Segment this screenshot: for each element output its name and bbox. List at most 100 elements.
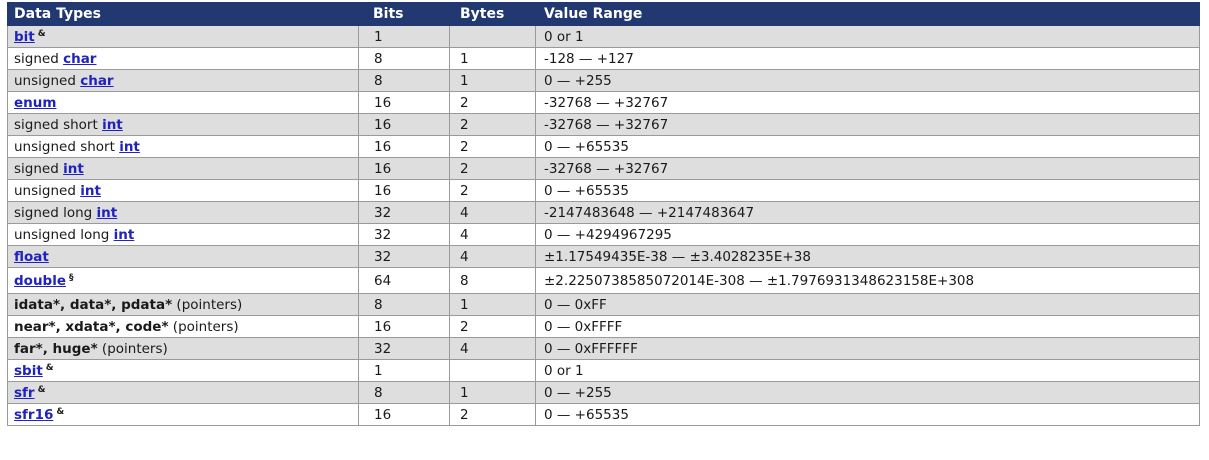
cell-value-range: 0 — +65535 <box>535 403 1200 426</box>
cell-value-range: ±1.17549435E-38 — ±3.4028235E+38 <box>535 245 1200 268</box>
cell-bits: 32 <box>358 201 450 224</box>
cell-bits: 1 <box>358 25 450 48</box>
cell-data-type: sbit & <box>7 359 359 382</box>
cell-value-range: 0 — +255 <box>535 381 1200 404</box>
table-header: Data Types Bits Bytes Value Range <box>7 2 1200 26</box>
cell-data-type: sfr & <box>7 381 359 404</box>
type-prefix: signed short <box>14 116 103 133</box>
cell-data-type: signed char <box>7 47 359 70</box>
type-prefix: unsigned short <box>14 138 120 155</box>
cell-value-range: 0 or 1 <box>535 359 1200 382</box>
cell-bits: 8 <box>358 47 450 70</box>
cell-bits: 16 <box>358 113 450 136</box>
type-keyword-link[interactable]: int <box>80 183 101 199</box>
type-keyword-link[interactable]: int <box>97 205 118 221</box>
type-suffix: (pointers) <box>172 296 243 313</box>
type-keyword-link[interactable]: char <box>63 51 96 67</box>
cell-data-type: unsigned char <box>7 69 359 92</box>
table-row: double § 64 8 ±2.2250738585072014E-308 — ±1.… <box>7 267 1200 294</box>
cell-data-type: sfr16 & <box>7 403 359 426</box>
pointer-types: idata*, data*, pdata* <box>14 296 173 313</box>
cell-bits: 8 <box>358 293 450 316</box>
cell-value-range: -32768 — +32767 <box>535 157 1200 180</box>
cell-bits: 32 <box>358 223 450 246</box>
cell-value-range: 0 or 1 <box>535 25 1200 48</box>
table-row: sfr16 & 16 2 0 — +65535 <box>7 403 1200 426</box>
cell-data-type: float <box>7 245 359 268</box>
cell-bytes: 1 <box>449 47 536 70</box>
cell-bits: 16 <box>358 91 450 114</box>
type-keyword-link[interactable]: int <box>63 161 84 177</box>
table-row: unsigned int 16 2 0 — +65535 <box>7 179 1200 202</box>
type-keyword-link[interactable]: sfr16 <box>14 407 53 423</box>
cell-bytes <box>449 25 536 48</box>
cell-bytes: 2 <box>449 403 536 426</box>
table-row: float 32 4 ±1.17549435E-38 — ±3.4028235E+38 <box>7 245 1200 268</box>
cell-bits: 16 <box>358 157 450 180</box>
table-row: idata*, data*, pdata* (pointers) 8 1 0 — 0x… <box>7 293 1200 316</box>
header-bits: Bits <box>358 2 450 26</box>
type-keyword-link[interactable]: char <box>80 73 113 89</box>
cell-bytes: 2 <box>449 91 536 114</box>
type-keyword-link[interactable]: sbit <box>14 363 43 379</box>
cell-data-type: signed short int <box>7 113 359 136</box>
type-keyword-link[interactable]: enum <box>14 95 56 111</box>
cell-bytes: 4 <box>449 337 536 360</box>
type-prefix: unsigned <box>14 72 81 89</box>
cell-data-type: far*, huge* (pointers) <box>7 337 359 360</box>
table-row: enum 16 2 -32768 — +32767 <box>7 91 1200 114</box>
cell-bytes: 1 <box>449 293 536 316</box>
table-row: bit & 1 0 or 1 <box>7 25 1200 48</box>
type-suffix: (pointers) <box>97 340 168 357</box>
cell-value-range: 0 — +255 <box>535 69 1200 92</box>
type-keyword-link[interactable]: int <box>114 227 135 243</box>
type-keyword-link[interactable]: int <box>102 117 123 133</box>
header-data-types: Data Types <box>7 2 359 26</box>
cell-value-range: -2147483648 — +2147483647 <box>535 201 1200 224</box>
table-row: sfr & 8 1 0 — +255 <box>7 381 1200 404</box>
table-row: signed int 16 2 -32768 — +32767 <box>7 157 1200 180</box>
pointer-types: far*, huge* <box>14 340 98 357</box>
cell-value-range: 0 — 0xFF <box>535 293 1200 316</box>
type-prefix: unsigned long <box>14 226 114 243</box>
cell-bytes: 4 <box>449 245 536 268</box>
cell-bits: 1 <box>358 359 450 382</box>
footnote-marker: & <box>37 384 46 395</box>
pointer-types: near*, xdata*, code* <box>14 318 169 335</box>
cell-bytes: 8 <box>449 267 536 294</box>
table-row: sbit & 1 0 or 1 <box>7 359 1200 382</box>
type-keyword-link[interactable]: int <box>119 139 140 155</box>
data-types-table: Data Types Bits Bytes Value Range bit & 1 0… <box>7 2 1200 426</box>
type-prefix: signed <box>14 50 64 67</box>
cell-value-range: -32768 — +32767 <box>535 113 1200 136</box>
table-row: signed long int 32 4 -2147483648 — +2147483… <box>7 201 1200 224</box>
table-row: signed char 8 1 -128 — +127 <box>7 47 1200 70</box>
footnote-marker: & <box>56 406 65 417</box>
table-row: signed short int 16 2 -32768 — +32767 <box>7 113 1200 136</box>
cell-bytes: 2 <box>449 315 536 338</box>
footnote-marker: & <box>45 362 54 373</box>
table-row: unsigned char 8 1 0 — +255 <box>7 69 1200 92</box>
data-types-table-container: Data Types Bits Bytes Value Range bit & 1 0… <box>7 2 1200 426</box>
cell-data-type: signed int <box>7 157 359 180</box>
type-keyword-link[interactable]: float <box>14 249 49 265</box>
cell-bits: 16 <box>358 315 450 338</box>
table-row: unsigned long int 32 4 0 — +4294967295 <box>7 223 1200 246</box>
cell-data-type: unsigned long int <box>7 223 359 246</box>
cell-bits: 8 <box>358 381 450 404</box>
cell-value-range: 0 — 0xFFFFFF <box>535 337 1200 360</box>
cell-bits: 32 <box>358 337 450 360</box>
type-keyword-link[interactable]: bit <box>14 29 35 45</box>
table-row: near*, xdata*, code* (pointers) 16 2 0 — 0x… <box>7 315 1200 338</box>
cell-value-range: ±2.2250738585072014E-308 — ±1.7976931348… <box>535 267 1200 294</box>
footnote-marker: & <box>37 28 46 39</box>
type-prefix: signed <box>14 160 64 177</box>
type-keyword-link[interactable]: double <box>14 273 66 289</box>
cell-bits: 16 <box>358 403 450 426</box>
cell-data-type: idata*, data*, pdata* (pointers) <box>7 293 359 316</box>
cell-bytes: 2 <box>449 135 536 158</box>
type-keyword-link[interactable]: sfr <box>14 385 35 401</box>
cell-bits: 32 <box>358 245 450 268</box>
cell-bytes: 1 <box>449 69 536 92</box>
cell-bytes: 2 <box>449 157 536 180</box>
